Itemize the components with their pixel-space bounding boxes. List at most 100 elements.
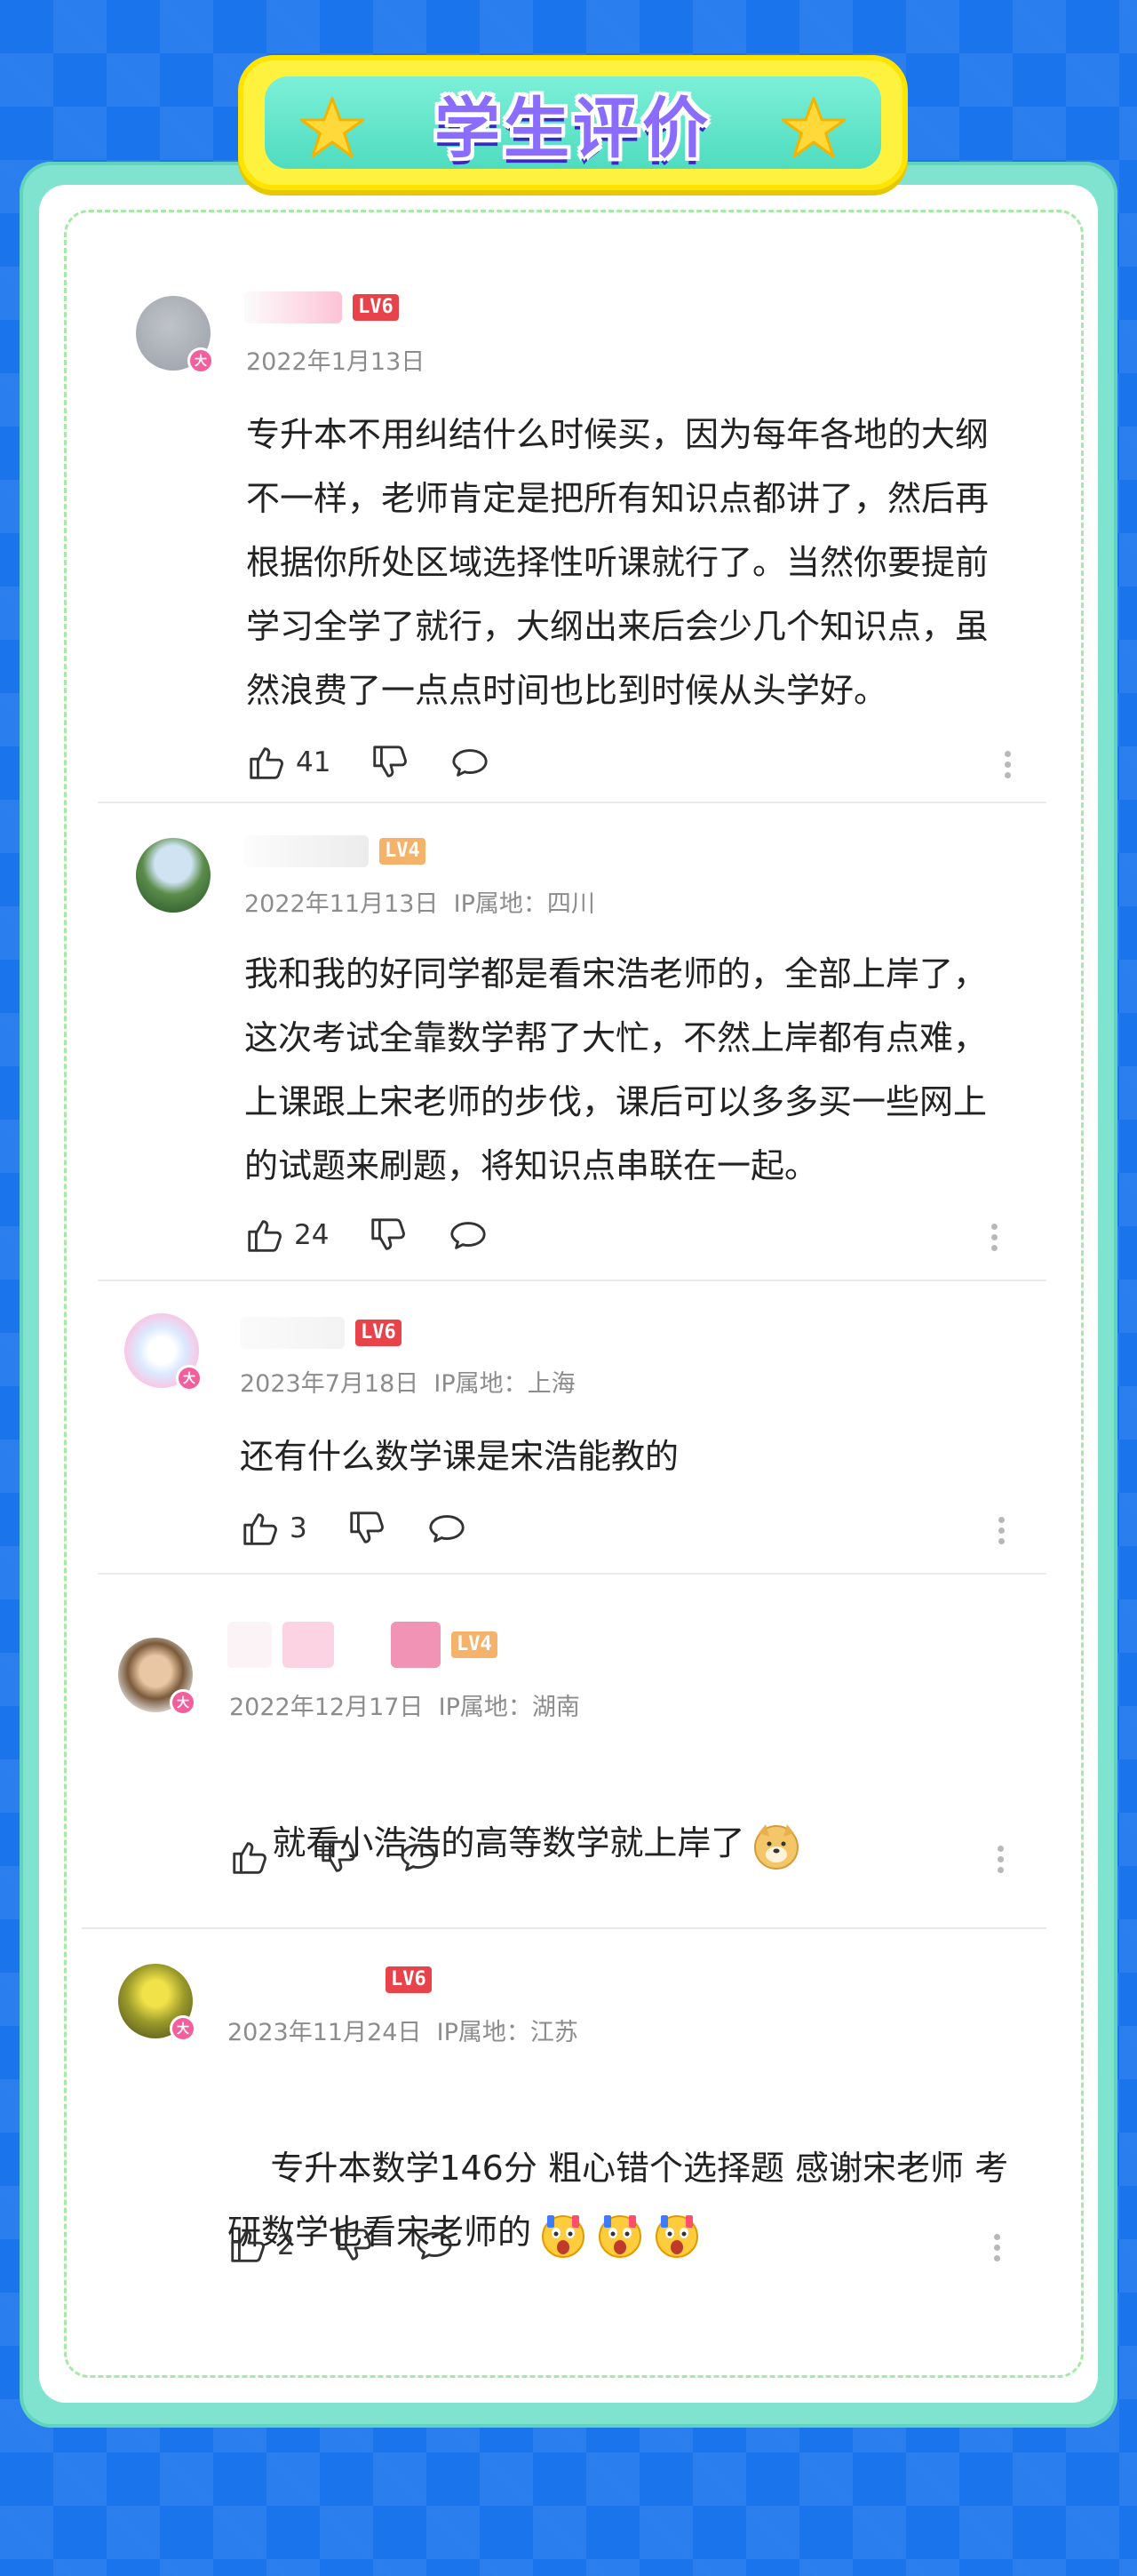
divider [98, 1573, 1046, 1575]
username-blurred [244, 835, 369, 867]
dislike-button[interactable] [334, 2225, 375, 2266]
username-blurred [227, 1964, 375, 1996]
comment-actions: 3 [240, 1508, 506, 1549]
star-icon [781, 97, 847, 158]
more-options-button[interactable] [1005, 746, 1012, 783]
shocked-emoji-icon [542, 2214, 585, 2258]
username-blurred [227, 1622, 272, 1668]
level-badge: LV4 [379, 838, 425, 865]
more-options-button[interactable] [998, 1512, 1006, 1549]
username-row: LV6 [240, 1317, 402, 1349]
reply-button[interactable] [426, 1508, 467, 1549]
dislike-button[interactable] [370, 742, 410, 783]
comment-date: 2022年1月13日 [246, 348, 425, 376]
comment-date: 2023年11月24日 [227, 2019, 422, 2046]
avatar[interactable]: 大 [136, 296, 214, 374]
comment-text: 我和我的好同学都是看宋浩老师的，全部上岸了， 这次考试全靠数学帮了大忙，不然上岸… [244, 954, 988, 1185]
avatar[interactable]: 大 [124, 1313, 203, 1392]
like-button[interactable]: 41 [246, 742, 330, 783]
thumbs-down-icon [338, 2229, 371, 2261]
level-badge: LV6 [386, 1966, 432, 1993]
page-title: 学生评价 [434, 90, 712, 167]
like-button[interactable]: 3 [240, 1508, 307, 1549]
divider [82, 1927, 1046, 1929]
shocked-emoji-icon [656, 2214, 699, 2258]
username-blurred [391, 1622, 441, 1668]
comment-meta: 2023年11月24日 IP属地：江苏 [227, 2013, 578, 2047]
like-button[interactable] [229, 1837, 279, 1878]
shocked-emoji-icon [599, 2214, 642, 2258]
comment-location: IP属地：江苏 [436, 2019, 578, 2046]
thumbs-up-icon [231, 2230, 265, 2262]
comment-bubble-icon [417, 2232, 452, 2260]
comment-location: IP属地：湖南 [438, 1694, 580, 1721]
like-button[interactable]: 24 [244, 1215, 329, 1256]
like-count: 2 [277, 2229, 295, 2261]
avatar-badge: 大 [176, 1365, 203, 1392]
comment-bubble-icon [450, 1222, 487, 1249]
title-banner: 学生评价 [238, 55, 908, 190]
like-count: 3 [290, 1512, 307, 1544]
comment-actions: 41 [246, 742, 529, 783]
thumbs-up-icon [250, 747, 283, 779]
doge-emoji-icon [754, 1823, 799, 1870]
level-badge: LV4 [451, 1631, 497, 1658]
comment-date: 2022年11月13日 [244, 890, 439, 918]
comment-date: 2023年7月18日 [240, 1370, 419, 1398]
comment-bubble-icon [429, 1515, 465, 1543]
thumbs-down-icon [371, 1218, 406, 1250]
avatar[interactable] [136, 838, 211, 913]
username-blurred [282, 1622, 334, 1668]
divider [98, 1280, 1046, 1281]
comment-date: 2022年12月17日 [229, 1694, 424, 1721]
like-button[interactable]: 2 [227, 2225, 295, 2266]
star-icon [299, 97, 365, 158]
username-row: LV6 [244, 291, 399, 323]
dislike-button[interactable] [368, 1215, 409, 1256]
username-blurred [345, 1622, 380, 1668]
comment-bubble-icon [452, 749, 489, 777]
divider [98, 802, 1046, 803]
avatar[interactable]: 大 [118, 1638, 196, 1716]
username-blurred [244, 291, 342, 323]
thumbs-down-icon [350, 1511, 384, 1543]
thumbs-down-icon [373, 746, 408, 778]
like-count: 24 [294, 1219, 330, 1251]
comment-meta: 2022年12月17日 IP属地：湖南 [229, 1687, 580, 1722]
more-options-button[interactable] [994, 2229, 1001, 2266]
thumbs-down-icon [322, 1840, 355, 1872]
dislike-button[interactable] [346, 1508, 387, 1549]
reply-button[interactable] [448, 1215, 489, 1256]
thumbs-up-icon [248, 1220, 282, 1252]
comment-meta: 2023年7月18日 IP属地：上海 [240, 1364, 576, 1399]
reply-button[interactable] [398, 1837, 439, 1878]
more-options-button[interactable] [998, 1841, 1005, 1878]
dislike-button[interactable] [318, 1837, 359, 1878]
comment-body: 专升本数学146分 粗心错个选择题 感谢宋老师 考 研数学也看宋老师的 [227, 2072, 1027, 2328]
username-row: LV4 [244, 835, 425, 867]
more-options-button[interactable] [991, 1219, 998, 1256]
comment-actions: 2 [227, 2225, 494, 2266]
comment-meta: 2022年11月13日 IP属地：四川 [244, 884, 595, 919]
avatar-badge: 大 [170, 2015, 196, 2042]
comment-text: 还有什么数学课是宋浩能教的 [240, 1437, 680, 1476]
comment-actions: 24 [244, 1215, 528, 1256]
thumbs-up-icon [243, 1513, 277, 1545]
thumbs-up-icon [233, 1842, 266, 1874]
level-badge: LV6 [353, 294, 399, 321]
comment-actions [229, 1837, 478, 1878]
level-badge: LV6 [355, 1320, 402, 1346]
username-blurred [240, 1317, 345, 1349]
username-row: LV6 [227, 1964, 432, 1996]
avatar[interactable]: 大 [118, 1964, 196, 2042]
avatar-badge: 大 [170, 1689, 196, 1716]
like-count: 41 [296, 746, 331, 778]
comment-bubble-icon [401, 1844, 436, 1871]
comment-location: IP属地：四川 [453, 890, 595, 918]
comment-text: 专升本不用纠结什么时候买，因为每年各地的大纲 不一样，老师肯定是把所有知识点都讲… [246, 415, 990, 710]
avatar-badge: 大 [187, 347, 214, 374]
reply-button[interactable] [449, 742, 490, 783]
reply-button[interactable] [414, 2225, 455, 2266]
comment-location: IP属地：上海 [433, 1370, 576, 1398]
username-row: LV4 [227, 1622, 497, 1668]
